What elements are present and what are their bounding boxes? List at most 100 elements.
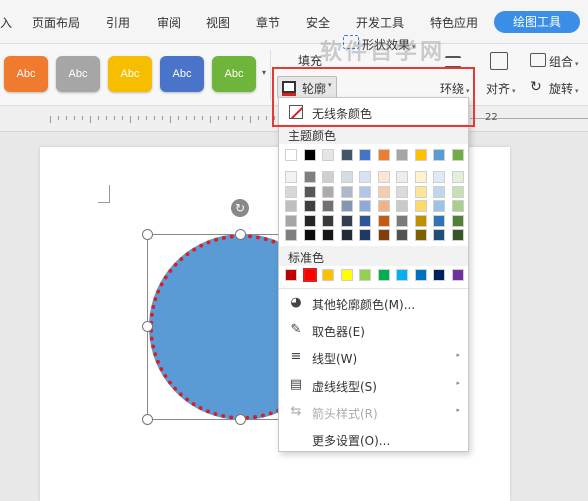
theme-shade-cell[interactable] — [451, 229, 464, 241]
theme-shade-cell[interactable] — [303, 171, 316, 183]
standard-color-cell[interactable] — [433, 269, 445, 281]
theme-shade-cell[interactable] — [340, 185, 353, 198]
theme-shade-cell[interactable] — [285, 229, 297, 241]
theme-shade-cell[interactable] — [433, 171, 445, 183]
style-swatch-4[interactable]: Abc — [160, 56, 204, 92]
theme-shade-cell[interactable] — [377, 214, 390, 227]
theme-shade-cell[interactable] — [303, 185, 316, 198]
theme-shade-cell[interactable] — [285, 214, 297, 227]
standard-color-cell[interactable] — [359, 269, 371, 281]
resize-handle-tl[interactable] — [142, 229, 153, 240]
standard-color-cell[interactable] — [451, 269, 464, 281]
standard-color-cell[interactable] — [302, 268, 317, 282]
standard-color-cell[interactable] — [377, 269, 390, 281]
rotate-button[interactable]: 旋转 ▾ — [549, 80, 579, 97]
style-more-icon[interactable]: ▾ — [262, 68, 266, 77]
tab-drawing-tools[interactable]: 绘图工具 — [494, 11, 580, 33]
theme-shade-cell[interactable] — [359, 214, 371, 227]
theme-color-cell[interactable] — [396, 149, 408, 161]
align-button[interactable]: 对齐 ▾ — [486, 80, 516, 97]
resize-handle-top[interactable] — [235, 229, 246, 240]
style-swatch-1[interactable]: Abc — [4, 56, 48, 92]
theme-color-cell[interactable] — [359, 149, 371, 161]
theme-shade-cell[interactable] — [451, 171, 464, 183]
theme-shade-cell[interactable] — [377, 200, 390, 212]
menu-page-layout[interactable]: 页面布局 — [32, 14, 80, 31]
theme-shade-cell[interactable] — [303, 229, 316, 241]
menu-view[interactable]: 视图 — [206, 14, 230, 31]
menu-special[interactable]: 特色应用 — [430, 14, 478, 31]
theme-shade-cell[interactable] — [377, 185, 390, 198]
menu-insert[interactable]: 入 — [0, 14, 12, 31]
rotate-icon[interactable]: ↻ — [530, 79, 542, 95]
align-icon[interactable] — [490, 52, 508, 70]
theme-shade-cell[interactable] — [303, 214, 316, 227]
theme-color-cell[interactable] — [322, 149, 334, 161]
menu-section[interactable]: 章节 — [256, 14, 280, 31]
resize-handle-bl[interactable] — [142, 414, 153, 425]
standard-color-cell[interactable] — [322, 269, 334, 281]
style-swatch-3[interactable]: Abc — [108, 56, 152, 92]
style-swatch-2[interactable]: Abc — [56, 56, 100, 92]
theme-shade-cell[interactable] — [433, 200, 445, 212]
theme-shade-cell[interactable] — [359, 185, 371, 198]
theme-shade-cell[interactable] — [340, 171, 353, 183]
theme-color-cell[interactable] — [303, 149, 316, 161]
theme-shade-cell[interactable] — [396, 229, 408, 241]
theme-shade-cell[interactable] — [285, 200, 297, 212]
theme-shade-cell[interactable] — [359, 229, 371, 241]
theme-shade-cell[interactable] — [340, 200, 353, 212]
group-icon[interactable] — [530, 53, 546, 67]
menu-item-line-weight[interactable]: ≡ 线型(W) ▸ — [279, 344, 468, 370]
theme-shade-cell[interactable] — [377, 229, 390, 241]
theme-shade-cell[interactable] — [322, 229, 334, 241]
theme-shade-cell[interactable] — [396, 185, 408, 198]
menu-developer[interactable]: 开发工具 — [356, 14, 404, 31]
theme-shade-cell[interactable] — [414, 200, 427, 212]
theme-shade-cell[interactable] — [303, 200, 316, 212]
theme-shade-cell[interactable] — [322, 214, 334, 227]
theme-shade-cell[interactable] — [359, 200, 371, 212]
theme-shade-cell[interactable] — [322, 200, 334, 212]
theme-color-cell[interactable] — [451, 149, 464, 161]
theme-color-cell[interactable] — [414, 149, 427, 161]
theme-shade-cell[interactable] — [340, 214, 353, 227]
theme-shade-cell[interactable] — [414, 229, 427, 241]
theme-shade-cell[interactable] — [377, 171, 390, 183]
theme-shade-cell[interactable] — [322, 185, 334, 198]
theme-shade-cell[interactable] — [451, 214, 464, 227]
menu-item-palette[interactable]: ◕ 其他轮廓颜色(M)... — [279, 290, 468, 316]
theme-shade-cell[interactable] — [451, 185, 464, 198]
theme-shade-cell[interactable] — [396, 200, 408, 212]
menu-item-more-settings[interactable]: 更多设置(O)... — [279, 426, 468, 452]
theme-shade-cell[interactable] — [359, 171, 371, 183]
menu-item-dash-style[interactable]: ▤ 虚线线型(S) ▸ — [279, 372, 468, 398]
theme-color-cell[interactable] — [433, 149, 445, 161]
theme-shade-cell[interactable] — [451, 200, 464, 212]
theme-shade-cell[interactable] — [433, 229, 445, 241]
menu-item-eyedropper[interactable]: ✎ 取色器(E) — [279, 317, 468, 343]
style-swatch-5[interactable]: Abc — [212, 56, 256, 92]
theme-shade-cell[interactable] — [285, 185, 297, 198]
theme-color-cell[interactable] — [285, 149, 297, 161]
resize-handle-left[interactable] — [142, 321, 153, 332]
rotate-handle[interactable]: ↻ — [231, 199, 249, 217]
theme-shade-cell[interactable] — [396, 171, 408, 183]
resize-handle-bottom[interactable] — [235, 414, 246, 425]
standard-color-cell[interactable] — [414, 269, 427, 281]
standard-color-cell[interactable] — [285, 269, 297, 281]
menu-review[interactable]: 审阅 — [157, 14, 181, 31]
standard-color-cell[interactable] — [340, 269, 353, 281]
theme-shade-cell[interactable] — [414, 185, 427, 198]
theme-shade-cell[interactable] — [285, 171, 297, 183]
theme-color-cell[interactable] — [377, 149, 390, 161]
theme-shade-cell[interactable] — [433, 214, 445, 227]
menu-security[interactable]: 安全 — [306, 14, 330, 31]
menu-references[interactable]: 引用 — [106, 14, 130, 31]
theme-shade-cell[interactable] — [396, 214, 408, 227]
theme-shade-cell[interactable] — [322, 171, 334, 183]
theme-shade-cell[interactable] — [414, 171, 427, 183]
standard-color-cell[interactable] — [396, 269, 408, 281]
theme-shade-cell[interactable] — [433, 185, 445, 198]
group-button[interactable]: 组合 ▾ — [549, 53, 579, 70]
